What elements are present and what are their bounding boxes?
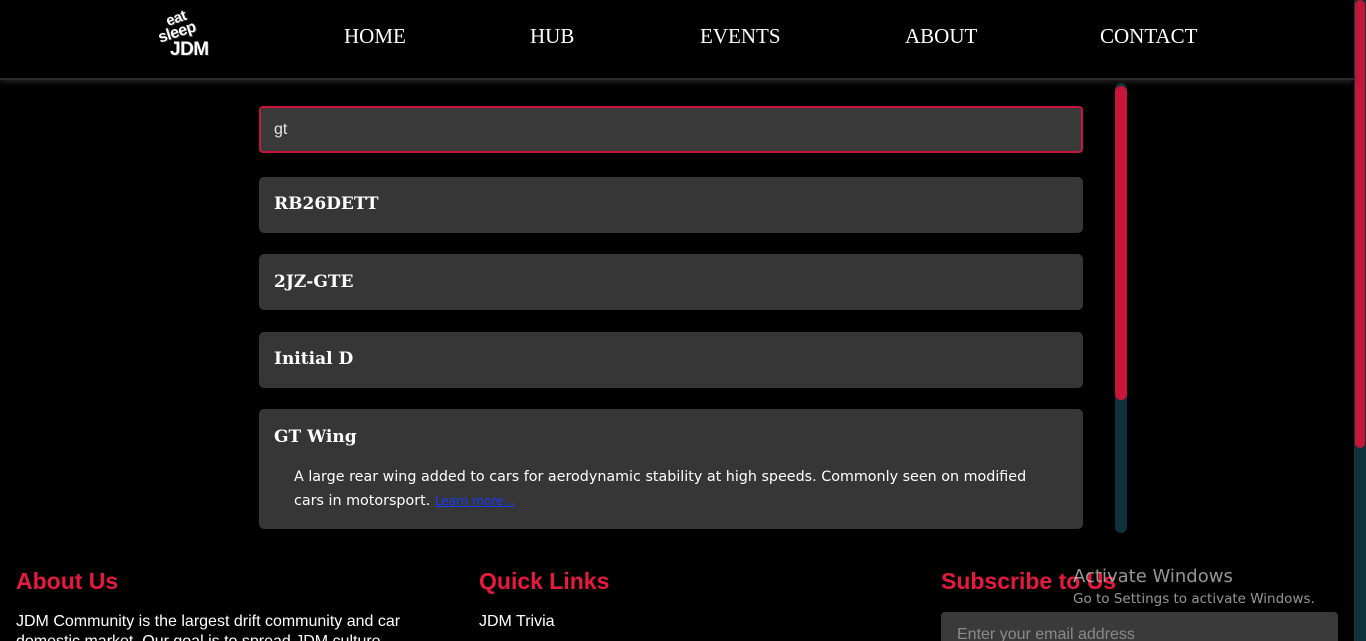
- footer-quick-links-heading: Quick Links: [479, 568, 610, 594]
- result-description: A large rear wing added to cars for aero…: [294, 465, 1054, 513]
- nav-contact[interactable]: CONTACT: [1100, 24, 1197, 49]
- result-title: GT Wing: [274, 427, 357, 447]
- result-title: Initial D: [274, 349, 354, 369]
- results-scrollbar-thumb[interactable]: [1115, 86, 1127, 400]
- email-field-wrapper: [941, 612, 1338, 641]
- result-card-gt-wing[interactable]: GT Wing A large rear wing added to cars …: [259, 409, 1083, 529]
- logo-text-jdm: JDM: [170, 39, 209, 60]
- result-description-text: A large rear wing added to cars for aero…: [294, 469, 1027, 509]
- page-scrollbar-thumb[interactable]: [1355, 0, 1365, 448]
- nav-events[interactable]: EVENTS: [700, 24, 781, 49]
- nav-home[interactable]: HOME: [344, 24, 406, 49]
- activate-windows-title: Activate Windows: [1073, 566, 1233, 587]
- footer-about-text: JDM Community is the largest drift commu…: [16, 613, 401, 641]
- email-field[interactable]: [957, 626, 1322, 641]
- result-card-2jz-gte[interactable]: 2JZ-GTE: [259, 254, 1083, 310]
- activate-windows-subtitle: Go to Settings to activate Windows.: [1073, 591, 1315, 607]
- learn-more-link[interactable]: Learn more...: [435, 494, 515, 508]
- nav-about[interactable]: ABOUT: [905, 24, 977, 49]
- eat-sleep-jdm-logo[interactable]: eat sleep JDM: [156, 7, 224, 62]
- site-header: eat sleep JDM HOME HUB EVENTS ABOUT CONT…: [0, 0, 1354, 80]
- footer-link-jdm-trivia[interactable]: JDM Trivia: [479, 612, 555, 632]
- result-title: 2JZ-GTE: [274, 272, 354, 292]
- search-box: [259, 106, 1083, 153]
- nav-hub[interactable]: HUB: [530, 24, 574, 49]
- result-card-initial-d[interactable]: Initial D: [259, 332, 1083, 388]
- result-title: RB26DETT: [274, 194, 379, 214]
- search-input[interactable]: [274, 120, 1068, 139]
- result-card-rb26dett[interactable]: RB26DETT: [259, 177, 1083, 233]
- footer-about-heading: About Us: [16, 568, 119, 594]
